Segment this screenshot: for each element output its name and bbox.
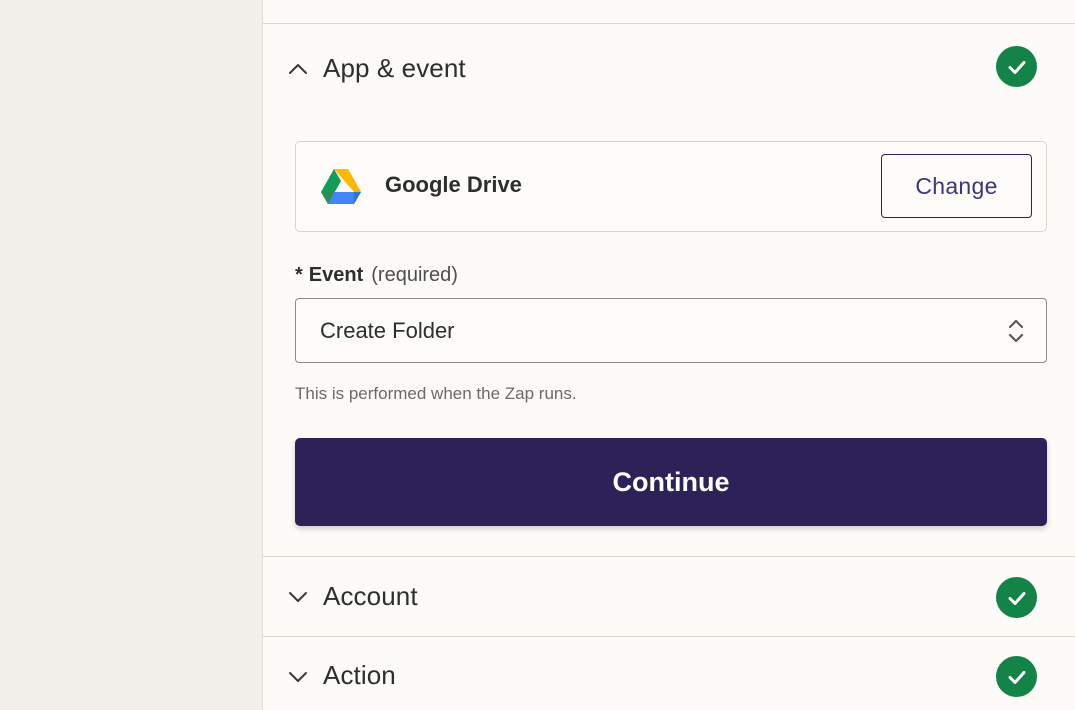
app-card: Google Drive Change	[295, 141, 1047, 232]
check-circle-icon	[996, 577, 1037, 618]
section-header-account[interactable]: Account	[263, 566, 1075, 626]
chevron-down-icon	[289, 672, 307, 682]
section-divider	[263, 636, 1075, 637]
section-header-action[interactable]: Action	[263, 646, 1075, 706]
continue-button[interactable]: Continue	[295, 438, 1047, 526]
top-divider	[263, 23, 1075, 24]
event-field-label: * Event (required)	[295, 264, 458, 287]
section-title-action: Action	[323, 660, 396, 690]
step-config-panel: App & event Google Drive Change * Event (r…	[262, 0, 1075, 710]
event-help-text: This is performed when the Zap runs.	[295, 384, 577, 403]
event-select[interactable]: Create Folder	[295, 298, 1047, 363]
select-updown-icon	[1008, 319, 1024, 343]
check-circle-icon	[996, 656, 1037, 697]
required-mark: *	[295, 264, 303, 286]
check-circle-icon	[996, 46, 1037, 87]
event-label: Event	[308, 264, 364, 286]
app-name: Google Drive	[385, 172, 522, 197]
change-app-button[interactable]: Change	[881, 154, 1032, 218]
event-select-value: Create Folder	[320, 318, 455, 343]
section-header-app-event[interactable]: App & event	[263, 38, 1075, 98]
google-drive-icon	[321, 169, 361, 204]
section-divider	[263, 556, 1075, 557]
section-title-app-event: App & event	[323, 53, 466, 83]
editor-canvas	[0, 0, 262, 710]
chevron-down-icon	[289, 592, 307, 602]
chevron-up-icon	[289, 64, 307, 74]
section-title-account: Account	[323, 581, 418, 611]
required-hint: (required)	[371, 264, 458, 286]
